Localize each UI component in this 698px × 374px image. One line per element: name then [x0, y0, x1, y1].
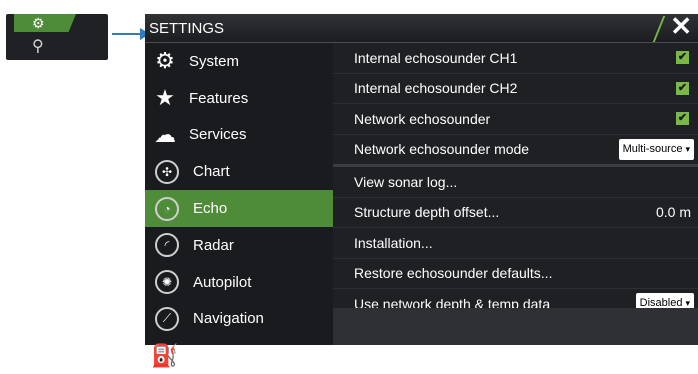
star-icon: ★ [155, 85, 175, 111]
cloud-icon: ☁ [154, 121, 176, 147]
depth-offset-value: 0.0 m [655, 204, 691, 221]
sidebar-item-label: System [189, 52, 240, 70]
autopilot-icon: ✺ [155, 270, 179, 295]
setting-label: Internal echosounder CH2 [354, 80, 518, 97]
checkbox-network-echosounder[interactable]: ✔ [676, 112, 689, 126]
sidebar-item-label: Chart [193, 163, 230, 181]
setting-network-echosounder[interactable]: Network echosounder ✔ [333, 104, 698, 135]
setting-installation[interactable]: Installation... [333, 228, 698, 259]
sidebar-item-label: Autopilot [193, 273, 252, 291]
settings-window: SETTINGS ✕ ⚙ System ★ Features ☁ Service… [145, 11, 698, 368]
sidebar-item-system[interactable]: ⚙ System [145, 43, 333, 80]
setting-label: Restore echosounder defaults... [354, 265, 553, 282]
settings-header: SETTINGS ✕ [145, 11, 698, 43]
dropdown-value: Multi-source [622, 142, 683, 155]
setting-network-mode[interactable]: Network echosounder mode Multi-source ▾ [333, 135, 698, 167]
pointer-arrow [112, 28, 150, 40]
setting-view-sonar-log[interactable]: View sonar log... [333, 167, 698, 198]
globe-icon: ✣ [155, 159, 179, 184]
echo-icon: ◔ [155, 196, 179, 221]
setting-label: Structure depth offset... [354, 204, 500, 221]
setting-structure-depth-offset[interactable]: Structure depth offset... 0.0 m [333, 198, 698, 228]
radar-icon: ◜ [155, 233, 179, 258]
close-button[interactable]: ✕ [650, 11, 698, 42]
header-divider [652, 16, 666, 42]
sidebar-item-fuel[interactable]: ⛽ Fuel [145, 337, 333, 374]
setting-label: Internal echosounder CH1 [354, 49, 518, 66]
sidebar-item-label: Services [189, 126, 247, 144]
gear-icon: ⚙ [155, 48, 175, 74]
thumbnail-settings-tab [14, 14, 76, 32]
setting-label: Network echosounder [354, 110, 491, 127]
sidebar-item-label: Echo [193, 200, 228, 218]
sidebar-item-autopilot[interactable]: ✺ Autopilot [145, 264, 333, 301]
sidebar-item-label: Navigation [193, 310, 264, 328]
sidebar-item-features[interactable]: ★ Features [145, 80, 333, 117]
sidebar-item-radar[interactable]: ◜ Radar [145, 227, 333, 264]
setting-label: Installation... [354, 234, 433, 251]
setting-label: View sonar log... [354, 173, 458, 190]
sidebar-item-chart[interactable]: ✣ Chart [145, 153, 333, 190]
setting-internal-ch1[interactable]: Internal echosounder CH1 ✔ [333, 43, 698, 74]
fuel-icon: ⛽ [151, 342, 179, 368]
settings-thumbnail: ⚙ ⚲ [6, 14, 108, 60]
sidebar-item-label: Fuel [189, 347, 219, 365]
settings-sidebar: ⚙ System ★ Features ☁ Services ✣ Chart ◔… [145, 43, 333, 368]
close-icon: ✕ [670, 11, 692, 41]
chevron-down-icon: ▾ [685, 143, 690, 154]
transducer-icon: ⚲ [32, 38, 44, 55]
checkbox-internal-ch1[interactable]: ✔ [676, 51, 689, 65]
page-title: SETTINGS [149, 20, 225, 37]
sidebar-item-echo[interactable]: ◔ Echo [145, 190, 333, 227]
sidebar-item-navigation[interactable]: ⟋ Navigation [145, 301, 333, 338]
sidebar-item-label: Features [189, 89, 249, 107]
gear-icon: ⚙ [32, 15, 45, 31]
chevron-down-icon: ▾ [685, 298, 690, 309]
navigation-icon: ⟋ [155, 306, 179, 331]
sidebar-item-label: Radar [193, 236, 234, 254]
network-mode-dropdown[interactable]: Multi-source ▾ [618, 138, 694, 160]
echo-settings-panel: Internal echosounder CH1 ✔ Internal echo… [333, 43, 698, 345]
empty-panel-area [333, 308, 698, 345]
setting-internal-ch2[interactable]: Internal echosounder CH2 ✔ [333, 74, 698, 104]
setting-restore-defaults[interactable]: Restore echosounder defaults... [333, 259, 698, 289]
checkbox-internal-ch2[interactable]: ✔ [676, 81, 689, 95]
sidebar-item-services[interactable]: ☁ Services [145, 117, 333, 154]
